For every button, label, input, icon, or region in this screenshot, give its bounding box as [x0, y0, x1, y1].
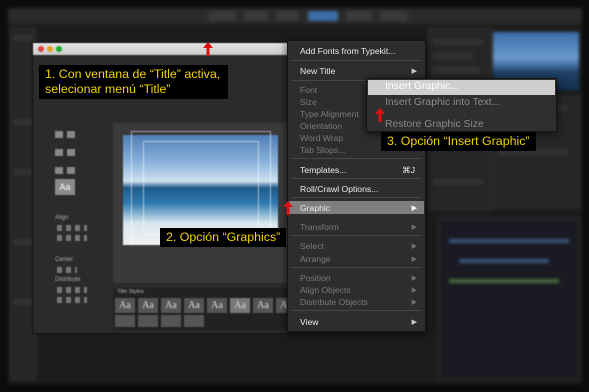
workspace-tab[interactable]: [346, 11, 372, 21]
style-cell[interactable]: [184, 315, 204, 327]
templates-shortcut: ⌘J: [402, 165, 415, 175]
workspace-bar: [8, 8, 582, 24]
style-swatch[interactable]: Aa: [55, 179, 75, 195]
menu-separator: [292, 197, 421, 198]
callout-step-1: 1. Con ventana de “Title” activa, seleci…: [39, 65, 228, 99]
arrow-up-icon: [203, 42, 213, 56]
submenu-arrow-icon: ▶: [411, 319, 417, 326]
arrow-up-icon: [375, 108, 385, 122]
style-cell[interactable]: Aa: [253, 298, 273, 313]
menu-separator: [292, 267, 421, 268]
workspace-tab[interactable]: [276, 11, 298, 21]
menu-separator: [292, 60, 421, 61]
distribute-icons[interactable]: [57, 297, 87, 303]
zoom-button[interactable]: [56, 46, 62, 52]
rotate-tool-icon[interactable]: [67, 131, 75, 138]
menu-item-transform[interactable]: Transform: [300, 222, 339, 232]
wedge-tool-icon[interactable]: [55, 167, 63, 174]
menu-item-distribute-objects[interactable]: Distribute Objects: [300, 297, 368, 307]
rounded-rect-tool-icon[interactable]: [67, 149, 75, 156]
submenu-arrow-icon: ▶: [411, 275, 417, 282]
align-label: Align: [55, 215, 69, 221]
align-icons[interactable]: [57, 235, 87, 241]
workspace-tab[interactable]: [380, 11, 408, 21]
action-safe-margin: [143, 141, 259, 235]
submenu-item-restore-graphic-size[interactable]: Restore Graphic Size: [385, 119, 484, 130]
workspace-tab-active[interactable]: [308, 11, 338, 21]
timeline-panel[interactable]: [438, 218, 580, 380]
menu-separator: [292, 178, 421, 179]
distribute-icons[interactable]: [57, 287, 87, 293]
minimize-button[interactable]: [47, 46, 53, 52]
workspace-tab[interactable]: [244, 11, 268, 21]
center-icons[interactable]: [57, 267, 77, 273]
menu-separator: [292, 235, 421, 236]
submenu-item-insert-graphic-into-text[interactable]: Insert Graphic into Text...: [385, 97, 500, 108]
distribute-label: Distribute: [55, 277, 81, 283]
callout-step-2: 2. Opción “Graphics”: [160, 228, 287, 247]
menu-item-add-fonts[interactable]: Add Fonts from Typekit...: [300, 46, 395, 56]
title-styles-panel: Title Styles Aa Aa Aa Aa Aa Aa Aa Aa: [113, 288, 301, 330]
submenu-arrow-icon: ▶: [411, 256, 417, 263]
menu-item-arrange[interactable]: Arrange: [300, 254, 331, 264]
menu-item-select[interactable]: Select: [300, 241, 324, 251]
menu-item-position[interactable]: Position: [300, 273, 331, 283]
style-cell[interactable]: Aa: [207, 298, 227, 313]
callout-step-3: 3. Opción “Insert Graphic”: [381, 132, 536, 151]
menu-item-view[interactable]: View: [300, 317, 318, 327]
style-cell[interactable]: [161, 315, 181, 327]
workspace-tab[interactable]: [208, 11, 236, 21]
menu-item-graphic[interactable]: Graphic: [300, 203, 330, 213]
graphic-submenu: Insert Graphic... Insert Graphic into Te…: [366, 78, 557, 132]
menu-item-font[interactable]: Font: [300, 85, 317, 95]
menu-item-size[interactable]: Size: [300, 97, 317, 107]
menu-item-tab-stops[interactable]: Tab Stops...: [300, 145, 345, 155]
menu-item-templates[interactable]: Templates...: [300, 165, 346, 175]
rectangle-tool-icon[interactable]: [55, 149, 63, 156]
submenu-arrow-icon: ▶: [411, 243, 417, 250]
style-cell[interactable]: Aa: [115, 298, 135, 313]
style-cell[interactable]: Aa: [161, 298, 181, 313]
selection-tool-icon[interactable]: [55, 131, 63, 138]
title-styles-label: Title Styles: [117, 289, 144, 295]
submenu-arrow-icon: ▶: [411, 299, 417, 306]
submenu-arrow-icon: ▶: [411, 287, 417, 294]
close-button[interactable]: [38, 46, 44, 52]
submenu-arrow-icon: ▶: [411, 205, 417, 212]
screenshot-frame: Aa Align Center Distribute Title Styles …: [0, 0, 589, 392]
menu-item-align-objects[interactable]: Align Objects: [300, 285, 351, 295]
submenu-arrow-icon: ▶: [411, 68, 417, 75]
style-cell[interactable]: [138, 315, 158, 327]
title-window-titlebar[interactable]: [33, 43, 305, 55]
style-cell[interactable]: Aa: [138, 298, 158, 313]
menu-item-word-wrap[interactable]: Word Wrap: [300, 133, 343, 143]
style-cell[interactable]: Aa: [230, 298, 250, 313]
submenu-arrow-icon: ▶: [411, 224, 417, 231]
submenu-item-insert-graphic[interactable]: Insert Graphic...: [385, 81, 459, 92]
center-label: Center: [55, 257, 74, 263]
align-icons[interactable]: [57, 225, 87, 231]
title-canvas[interactable]: [113, 123, 288, 283]
menu-separator: [292, 158, 421, 159]
menu-separator: [292, 310, 421, 311]
arrow-up-icon: [283, 201, 293, 215]
menu-item-orientation[interactable]: Orientation: [300, 121, 342, 131]
menu-item-new-title[interactable]: New Title: [300, 66, 335, 76]
style-cell[interactable]: [115, 315, 135, 327]
menu-item-roll-crawl[interactable]: Roll/Crawl Options...: [300, 184, 378, 194]
arc-tool-icon[interactable]: [67, 167, 75, 174]
menu-item-type-alignment[interactable]: Type Alignment: [300, 109, 359, 119]
style-cell[interactable]: Aa: [184, 298, 204, 313]
